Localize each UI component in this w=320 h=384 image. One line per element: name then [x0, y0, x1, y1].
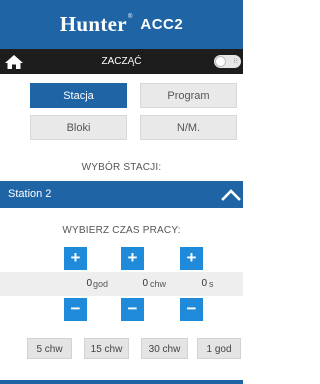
registered-mark: ® [127, 13, 133, 20]
tab-blocks[interactable]: Bloki [30, 115, 127, 140]
preset-30min-button[interactable]: 30 chw [141, 338, 188, 359]
hours-value: 0 [86, 278, 92, 289]
bottom-bar [0, 380, 243, 384]
toggle-knob [215, 56, 226, 67]
selected-station: Station 2 [8, 188, 52, 200]
tab-station[interactable]: Stacja [30, 83, 127, 108]
chevron-up-icon[interactable] [221, 186, 241, 203]
minutes-value: 0 [142, 278, 148, 289]
toggle-off-indicator-icon: ⁝⁝ [233, 58, 238, 65]
top-nav-bar: ZACZĄĆ ⁝⁝ [0, 49, 243, 74]
seconds-value: 0 [201, 278, 207, 289]
station-select-label: WYBÓR STACJI: [81, 162, 162, 173]
preset-1hour-button[interactable]: 1 god [197, 338, 241, 359]
minutes-decrement-button[interactable]: − [121, 298, 144, 321]
seconds-unit: s [209, 279, 214, 289]
preset-15min-button[interactable]: 15 chw [84, 338, 129, 359]
station-dropdown[interactable]: Station 2 [0, 181, 243, 208]
seconds-increment-button[interactable]: + [180, 247, 203, 270]
start-title: ZACZĄĆ [101, 56, 142, 67]
minutes-unit: chw [150, 279, 167, 289]
minutes-increment-button[interactable]: + [121, 247, 144, 270]
seconds-decrement-button[interactable]: − [180, 298, 203, 321]
preset-5min-button[interactable]: 5 chw [27, 338, 72, 359]
controller-model: ACC2 [140, 16, 184, 33]
brand-logo: Hunter [59, 12, 127, 36]
runtime-label: WYBIERZ CZAS PRACY: [62, 225, 181, 236]
hours-increment-button[interactable]: + [64, 247, 87, 270]
brand-header: Hunter ® ACC2 [0, 0, 243, 49]
on-off-toggle[interactable]: ⁝⁝ [214, 55, 241, 68]
tab-nm[interactable]: N/M. [140, 115, 237, 140]
tab-program[interactable]: Program [140, 83, 237, 108]
hours-unit: god [93, 279, 109, 289]
hours-decrement-button[interactable]: − [64, 298, 87, 321]
runtime-values-row: 0 god 0 chw 0 s [0, 272, 243, 296]
